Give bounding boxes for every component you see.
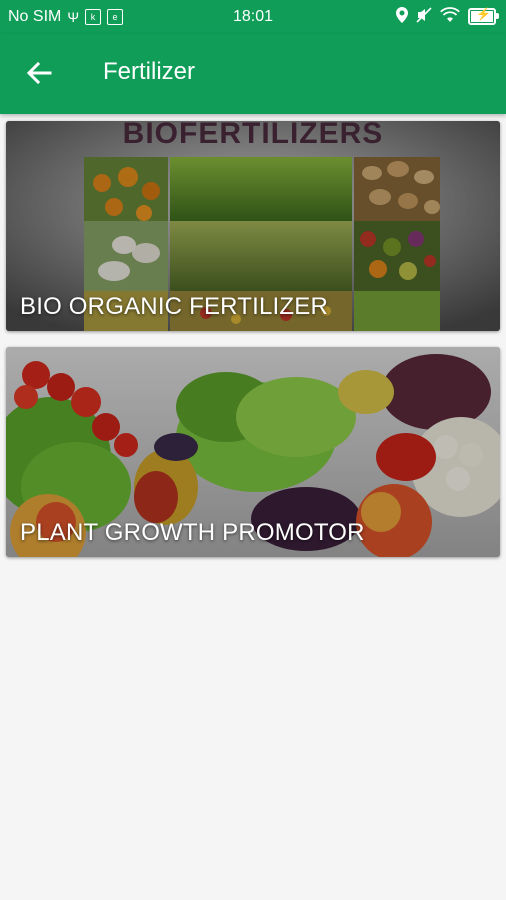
category-card-plant-growth-promotor[interactable]: PLANT GROWTH PROMOTOR	[6, 347, 500, 557]
category-card-bio-organic-fertilizer[interactable]: BIOFERTILIZERS BIO ORGANIC FERTILIZER	[6, 121, 500, 331]
silent-icon	[416, 7, 432, 26]
card-label: PLANT GROWTH PROMOTOR	[20, 519, 365, 546]
wifi-icon	[440, 7, 460, 26]
page-title: Fertilizer	[103, 58, 196, 85]
back-button[interactable]	[16, 52, 62, 98]
arrow-left-icon	[26, 61, 52, 90]
battery-icon: ⚡	[468, 7, 499, 25]
status-bar: No SIM Ψ k e 18:01 ⚡	[0, 0, 506, 34]
card-label: BIO ORGANIC FERTILIZER	[20, 293, 328, 320]
banner-title: BIOFERTILIZERS	[122, 121, 384, 150]
location-icon	[396, 7, 408, 26]
status-right: ⚡	[396, 7, 499, 26]
app-bar: Fertilizer	[0, 34, 506, 114]
